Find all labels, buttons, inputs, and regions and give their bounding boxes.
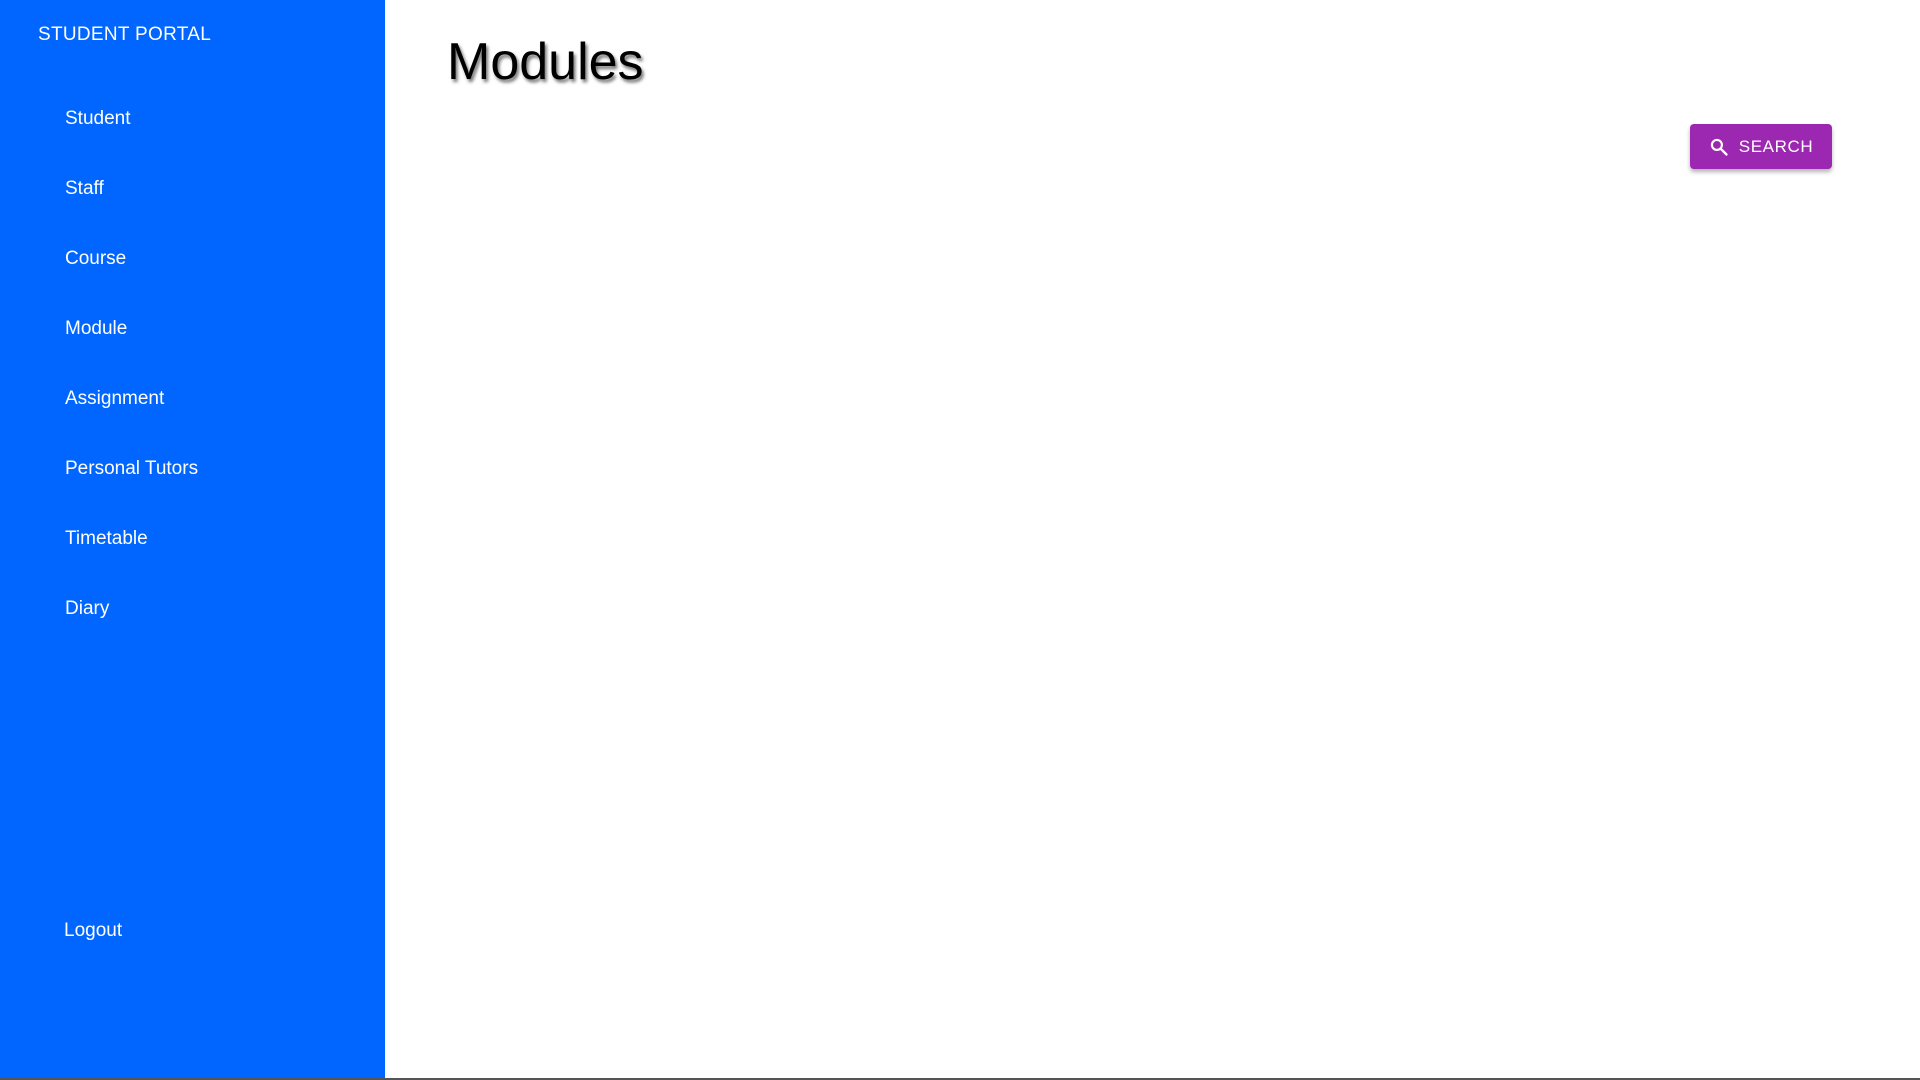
- sidebar-item-course[interactable]: Course: [0, 224, 385, 294]
- page-title: Modules: [447, 33, 644, 91]
- sidebar-item-personal-tutors[interactable]: Personal Tutors: [0, 434, 385, 504]
- search-button[interactable]: SEARCH: [1690, 124, 1832, 169]
- sidebar-item-student[interactable]: Student: [0, 84, 385, 154]
- sidebar-item-module[interactable]: Module: [0, 294, 385, 364]
- sidebar: STUDENT PORTAL Student Staff Course Modu…: [0, 0, 385, 1080]
- search-icon: [1709, 137, 1729, 157]
- app-window: STUDENT PORTAL Student Staff Course Modu…: [0, 0, 1920, 1080]
- sidebar-item-assignment[interactable]: Assignment: [0, 364, 385, 434]
- sidebar-nav: Student Staff Course Module Assignment P…: [0, 84, 385, 644]
- sidebar-item-timetable[interactable]: Timetable: [0, 504, 385, 574]
- search-button-label: SEARCH: [1738, 136, 1814, 156]
- main-content: Modules SEARCH: [385, 0, 1920, 1080]
- sidebar-item-diary[interactable]: Diary: [0, 574, 385, 644]
- sidebar-item-staff[interactable]: Staff: [0, 154, 385, 224]
- logout-link[interactable]: Logout: [64, 919, 122, 943]
- app-brand: STUDENT PORTAL: [38, 24, 212, 45]
